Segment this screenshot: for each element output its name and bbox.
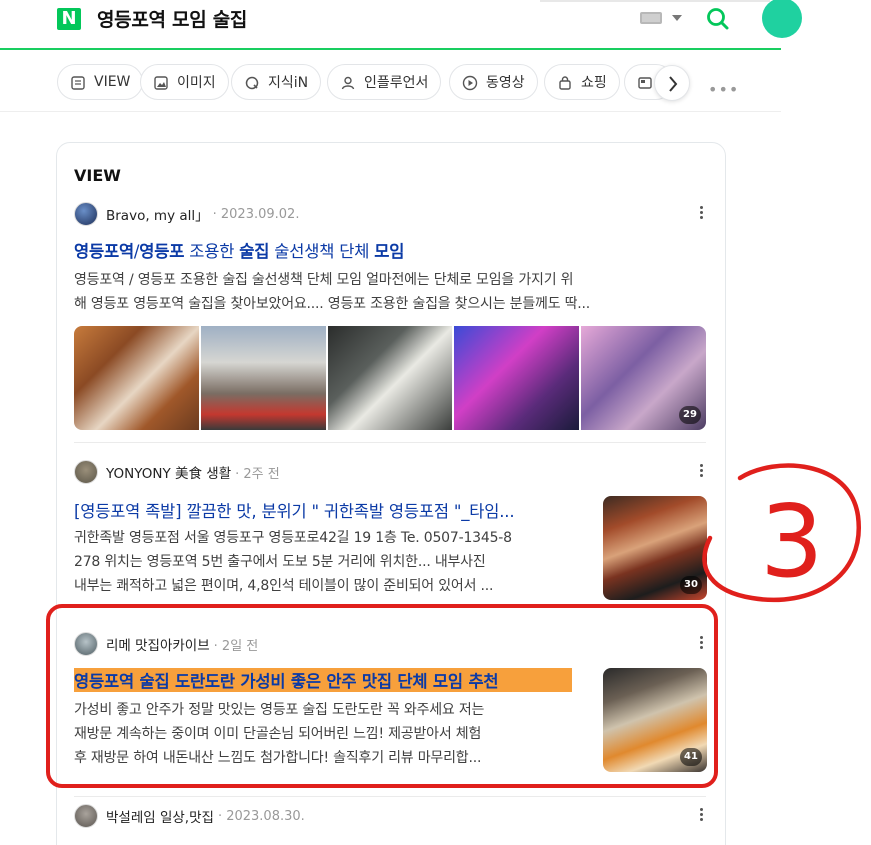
author-name: 박설레임 일상,맛집	[106, 810, 214, 826]
post-title-keyword: 술집	[239, 242, 270, 261]
list-item: Bravo, my all」 · 2023.09.02. 영등포역/영등포 조용…	[74, 202, 714, 432]
chevron-right-icon	[669, 76, 678, 92]
image-strip[interactable]: 29	[74, 326, 706, 430]
tab-influencer[interactable]: 인플루언서	[327, 64, 442, 100]
description-line: 내부는 쾌적하고 넓은 편이며, 4,8인석 테이블이 많이 준비되어 있어서 …	[74, 578, 494, 594]
tab-video[interactable]: 동영상	[449, 64, 538, 100]
author-name: YONYONY 美食 생활	[106, 466, 232, 482]
tab-view[interactable]: VIEW	[57, 64, 144, 100]
more-icon[interactable]: •••	[708, 80, 739, 99]
avatar	[74, 804, 98, 828]
news-icon	[638, 77, 652, 89]
tab-kin[interactable]: 지식iN	[231, 64, 322, 100]
post-date: · 2023.09.02.	[212, 206, 300, 222]
list-item: YONYONY 美食 생활 · 2주 전 [영등포역 족발] 깔끔한 맛, 분위…	[74, 460, 714, 600]
tabs-next-button[interactable]	[654, 65, 690, 101]
description-line: 해 영등포 영등포역 술집을 찾아보았어요.... 영등포 조용한 술집을 찾으…	[74, 296, 591, 312]
search-header: N 영등포역 모임 술집	[0, 0, 802, 50]
image-count-badge: 29	[678, 406, 701, 424]
annotation-number: 3	[702, 463, 862, 603]
more-options-icon[interactable]	[700, 808, 704, 824]
q-icon	[245, 76, 259, 90]
post-title-text: 술선생책 단체	[269, 242, 375, 261]
avatar	[74, 202, 98, 226]
description-line: 278 위치는 영등포역 5번 출구에서 도보 5분 거리에 위치한... 내부…	[74, 554, 486, 570]
post-title-keyword: 모임	[374, 242, 405, 261]
naver-logo[interactable]: N	[57, 8, 81, 30]
post-title-text: 조용한	[184, 242, 240, 261]
more-options-icon[interactable]	[700, 206, 704, 222]
tab-shopping[interactable]: 쇼핑	[544, 64, 620, 100]
search-tabs: VIEW 이미지 지식iN 인플루언서 동영상 쇼핑 •••	[0, 52, 781, 112]
avatar	[74, 460, 98, 484]
keyboard-icon[interactable]	[640, 12, 662, 24]
person-icon	[341, 76, 355, 90]
post-author[interactable]: YONYONY 美食 생활 · 2주 전	[74, 460, 280, 484]
chevron-down-icon[interactable]	[672, 15, 682, 21]
section-title: VIEW	[74, 166, 121, 185]
image-count-badge: 30	[680, 576, 702, 594]
post-author[interactable]: Bravo, my all」 · 2023.09.02.	[74, 202, 299, 226]
tab-label: 쇼핑	[581, 75, 607, 91]
image-icon	[154, 76, 168, 90]
annotation-box	[46, 604, 718, 788]
post-description: 영등포역 / 영등포 조용한 술집 술선생책 단체 모임 얼마전에는 단체로 모…	[74, 268, 590, 316]
interior-photo[interactable]: 29	[581, 326, 706, 430]
post-description: 귀한족발 영등포점 서울 영등포구 영등포로42길 19 1층 Te. 0507…	[74, 526, 586, 598]
post-date: · 2주 전	[235, 466, 280, 482]
food-photo[interactable]	[74, 326, 199, 430]
search-icon[interactable]	[706, 7, 730, 31]
annotation-number-text: 3	[760, 483, 824, 600]
play-icon	[462, 75, 478, 91]
tab-label: 지식iN	[268, 75, 309, 91]
tab-images[interactable]: 이미지	[140, 64, 229, 100]
description-line: 귀한족발 영등포점 서울 영등포구 영등포로42길 19 1층 Te. 0507…	[74, 530, 512, 546]
header-divider	[540, 0, 770, 2]
post-date: · 2023.08.30.	[217, 808, 305, 824]
post-author[interactable]: 박설레임 일상,맛집 · 2023.08.30.	[74, 804, 305, 828]
post-title[interactable]: [영등포역 족발] 깔끔한 맛, 분위기 " 귀한족발 영등포점 "_타임...	[74, 498, 586, 522]
tab-label: 동영상	[486, 75, 525, 91]
tab-label: VIEW	[94, 74, 131, 90]
description-line: 영등포역 / 영등포 조용한 술집 술선생책 단체 모임 얼마전에는 단체로 모…	[74, 272, 574, 288]
document-icon	[71, 76, 85, 90]
tab-label: 이미지	[177, 75, 216, 91]
bag-icon	[559, 76, 571, 90]
divider	[74, 796, 706, 797]
date-text: 2023.09.02.	[220, 206, 300, 222]
date-text: 2023.08.30.	[226, 808, 305, 824]
storefront-photo[interactable]	[200, 326, 326, 430]
profile-button[interactable]	[762, 0, 802, 38]
search-query[interactable]: 영등포역 모임 술집	[97, 5, 247, 32]
author-name: Bravo, my all」	[106, 208, 209, 224]
date-text: 2주 전	[243, 466, 280, 482]
door-photo[interactable]	[327, 326, 453, 430]
post-title[interactable]: 영등포역/영등포 조용한 술집 술선생책 단체 모임	[74, 238, 404, 262]
interior-photo[interactable]	[454, 326, 580, 430]
post-title-keyword: 영등포	[139, 242, 185, 261]
post-thumbnail[interactable]: 30	[603, 496, 707, 600]
post-title-keyword: 영등포역	[74, 242, 134, 261]
divider	[74, 442, 706, 443]
tab-label: 인플루언서	[364, 75, 429, 91]
list-item: 박설레임 일상,맛집 · 2023.08.30.	[74, 804, 714, 844]
